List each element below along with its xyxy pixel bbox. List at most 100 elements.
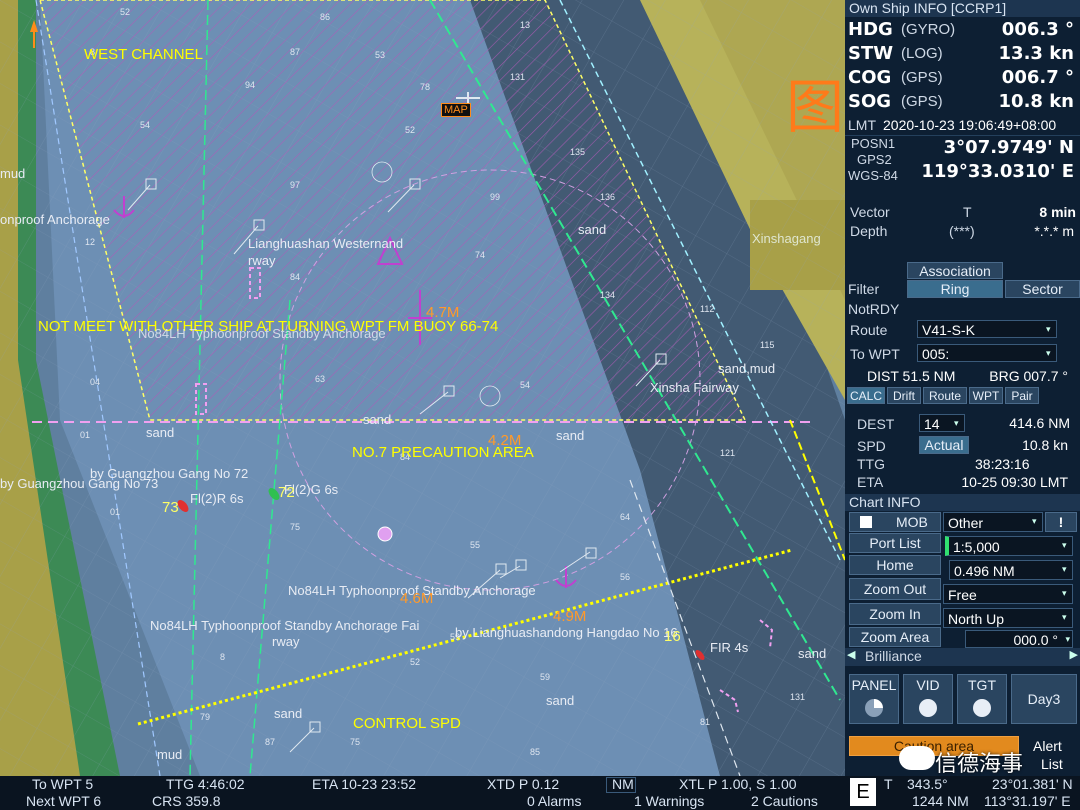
svg-text:135: 135 xyxy=(570,147,585,157)
chevron-down-icon: ▾ xyxy=(1046,348,1051,358)
vid-indicator-icon xyxy=(919,699,937,717)
svg-text:64: 64 xyxy=(620,512,630,522)
status-bar: To WPT 5 Next WPT 6 TTG 4:46:02 CRS 359.… xyxy=(0,776,1080,810)
orientation-select[interactable]: North Up ▾ xyxy=(943,608,1073,628)
panel-title: Own Ship INFO [CCRP1] xyxy=(845,0,1080,17)
chevron-down-icon: ▾ xyxy=(1065,634,1070,644)
alarms-count[interactable]: 0 Alarms xyxy=(527,793,581,809)
sog-row: SOG (GPS) 10.8 kn xyxy=(848,91,1074,112)
association-button[interactable]: Association xyxy=(907,262,1003,279)
ttg-status: TTG 4:46:02 xyxy=(166,776,245,792)
cursor-bearing: 343.5° xyxy=(907,776,948,792)
svg-text:136: 136 xyxy=(600,192,615,202)
depth-label-4-6: 4.6M xyxy=(400,590,434,607)
svg-text:121: 121 xyxy=(720,448,735,458)
tab-route[interactable]: Route xyxy=(923,387,967,404)
port-list-button[interactable]: Port List xyxy=(849,533,941,553)
svg-text:86: 86 xyxy=(320,12,330,22)
route-select[interactable]: V41-S-K ▾ xyxy=(917,320,1057,338)
light-char-red: Fl(2)R 6s xyxy=(190,491,244,506)
depth-row: Depth (***) *.*.* m xyxy=(850,223,1074,239)
brilliance-bar[interactable]: ◀ Brilliance ▶ xyxy=(845,648,1080,666)
svg-text:13: 13 xyxy=(520,20,530,30)
warnings-count[interactable]: 1 Warnings xyxy=(634,793,704,809)
svg-text:59: 59 xyxy=(540,672,550,682)
tgt-button[interactable]: TGT xyxy=(957,674,1007,724)
alert-label[interactable]: Alert xyxy=(1033,738,1062,754)
chevron-right-icon[interactable]: ▶ xyxy=(1070,648,1078,661)
wechat-icon xyxy=(899,746,935,770)
seabed-label: sand xyxy=(546,693,575,708)
mode-select[interactable]: Other ▾ xyxy=(943,512,1043,532)
svg-text:54: 54 xyxy=(520,380,530,390)
next-wpt-status: Next WPT 6 xyxy=(26,793,102,809)
electronic-chart[interactable]: 52 86 13 8 87 53 94 78 131 54 52 135 97 99 136 12 8… xyxy=(0,0,845,776)
day-mode-button[interactable]: Day3 xyxy=(1011,674,1077,724)
zoom-in-button[interactable]: Zoom In xyxy=(849,603,941,625)
tgt-indicator-icon xyxy=(973,699,991,717)
units-button[interactable]: NM xyxy=(612,776,634,792)
depth-label-4-7: 4.7M xyxy=(426,304,460,321)
motion-select[interactable]: Free ▾ xyxy=(943,584,1073,604)
cursor-mode: T xyxy=(884,776,893,792)
xinsha-fairway-label: Xinsha Fairway xyxy=(650,380,739,395)
svg-text:74: 74 xyxy=(475,250,485,260)
cautions-count[interactable]: 2 Cautions xyxy=(751,793,818,809)
list-label[interactable]: List xyxy=(1041,756,1063,772)
buoy-73-label: by Guangzhou Gang No 73 xyxy=(0,476,159,491)
panel-button[interactable]: PANEL xyxy=(849,674,899,724)
range-select[interactable]: 0.496 NM ▾ xyxy=(949,560,1073,580)
svg-text:87: 87 xyxy=(265,737,275,747)
svg-text:99: 99 xyxy=(490,192,500,202)
west-channel-label: WEST CHANNEL xyxy=(84,46,203,63)
seabed-label: sand xyxy=(274,706,303,721)
chevron-down-icon: ▾ xyxy=(1046,324,1051,334)
vid-button[interactable]: VID xyxy=(903,674,953,724)
eta-status: ETA 10-23 23:52 xyxy=(312,776,417,792)
svg-text:04: 04 xyxy=(90,377,100,387)
sand-mud-label: sand,mud xyxy=(718,361,776,376)
chevron-down-icon: ▾ xyxy=(1062,588,1067,598)
wechat-watermark: 信德海事 xyxy=(935,752,1024,777)
chevron-down-icon: ▾ xyxy=(1062,612,1067,622)
seabed-label: sand xyxy=(578,222,607,237)
svg-text:75: 75 xyxy=(290,522,300,532)
panel-indicator-icon xyxy=(865,699,883,717)
fairway-label: rway xyxy=(248,253,276,268)
standby-anchorage-label: No84LH Typhoonproof Standby Anchorage Fa… xyxy=(150,618,420,633)
svg-text:134: 134 xyxy=(600,290,615,300)
ring-button[interactable]: Ring xyxy=(907,280,1003,298)
hdg-row: HDG (GYRO) 006.3 ° xyxy=(848,19,1074,40)
svg-text:75: 75 xyxy=(350,737,360,747)
svg-text:63: 63 xyxy=(315,374,325,384)
crs-status: CRS 359.8 xyxy=(152,793,221,809)
buoy-number-73: 73 xyxy=(162,499,179,516)
svg-text:52: 52 xyxy=(410,657,420,667)
home-button[interactable]: Home xyxy=(849,555,941,575)
mob-button[interactable]: MOB xyxy=(849,512,941,532)
spd-mode-button[interactable]: Actual xyxy=(919,436,969,454)
chevron-left-icon[interactable]: ◀ xyxy=(847,648,855,661)
sector-button[interactable]: Sector xyxy=(1005,280,1080,298)
alert-button[interactable]: ! xyxy=(1045,512,1077,532)
buoy-number-72: 72 xyxy=(278,484,295,501)
to-wpt-select[interactable]: 005: ▾ xyxy=(917,344,1057,362)
scale-select[interactable]: 1:5,000 ▾ xyxy=(945,536,1073,556)
zoom-area-button[interactable]: Zoom Area xyxy=(849,627,941,647)
seabed-label: sand xyxy=(146,425,175,440)
map-tag[interactable]: MAP xyxy=(441,103,471,117)
mob-icon xyxy=(860,516,872,528)
svg-text:78: 78 xyxy=(420,82,430,92)
dest-select[interactable]: 14 ▾ xyxy=(919,414,965,432)
tab-drift[interactable]: Drift xyxy=(887,387,921,404)
e-indicator[interactable]: E xyxy=(850,778,876,806)
svg-text:81: 81 xyxy=(700,717,710,727)
tab-pair[interactable]: Pair xyxy=(1005,387,1039,404)
tab-wpt[interactable]: WPT xyxy=(969,387,1003,404)
seabed-label: sand xyxy=(556,428,585,443)
tab-calc[interactable]: CALC xyxy=(847,387,885,404)
svg-text:97: 97 xyxy=(290,180,300,190)
svg-text:94: 94 xyxy=(245,80,255,90)
zoom-out-button[interactable]: Zoom Out xyxy=(849,578,941,600)
rotation-input[interactable]: 000.0 ° ▾ xyxy=(965,630,1073,648)
